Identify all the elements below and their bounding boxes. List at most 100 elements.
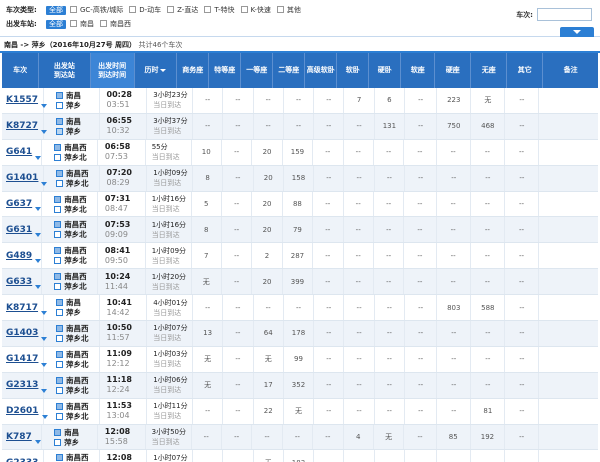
- stop-list-dropdown-icon[interactable]: [35, 207, 42, 212]
- seat-count: 81: [483, 407, 493, 416]
- train-type-checkbox[interactable]: D-动车: [129, 5, 161, 15]
- train-number-link[interactable]: G1417: [6, 354, 38, 364]
- train-number-link[interactable]: G489: [6, 251, 32, 261]
- seat-count: 5: [204, 200, 209, 208]
- stop-list-dropdown-icon[interactable]: [35, 285, 42, 290]
- seat-count: --: [519, 225, 525, 234]
- seat-availability-cell: --: [471, 217, 505, 243]
- train-type-checkbox[interactable]: 其他: [276, 5, 301, 15]
- stop-list-dropdown-icon[interactable]: [35, 259, 42, 264]
- header-time-sort[interactable]: 出发时间 到达时间: [90, 53, 135, 88]
- seat-count: --: [205, 122, 211, 131]
- note-cell: [539, 217, 598, 242]
- seat-availability-cell: --: [223, 321, 254, 346]
- header-seat: 无座: [471, 53, 508, 88]
- time-cell: 11:18 12:24: [100, 372, 148, 398]
- chevron-down-icon: [573, 30, 581, 34]
- seat-count: --: [386, 148, 392, 157]
- train-number-link[interactable]: K8727: [6, 121, 38, 131]
- station-checkbox[interactable]: 南昌西: [100, 19, 131, 29]
- train-number-link[interactable]: G631: [6, 225, 32, 235]
- seat-availability-cell: --: [314, 321, 345, 346]
- duration-cell: 1小时16分 当日到达: [146, 217, 192, 243]
- seat-count: --: [356, 303, 362, 312]
- to-station-name: 萍乡北: [64, 256, 87, 266]
- duration-text: 1小时20分: [151, 272, 187, 281]
- note-cell: [539, 166, 598, 191]
- station-all-button[interactable]: 全部: [46, 19, 66, 29]
- seat-count: --: [451, 407, 457, 416]
- seat-availability-cell: --: [505, 346, 540, 372]
- departure-time: 11:09: [106, 349, 132, 359]
- checkbox-box[interactable]: [129, 6, 137, 14]
- seat-availability-cell: --: [344, 217, 374, 243]
- train-number-link[interactable]: G633: [6, 277, 32, 287]
- seat-availability-cell: 20: [252, 217, 283, 243]
- seat-availability-cell: --: [192, 424, 222, 450]
- checkbox-box[interactable]: [240, 6, 248, 14]
- train-number-link[interactable]: G2313: [6, 380, 38, 390]
- seat-availability-cell: --: [437, 372, 472, 398]
- stop-list-dropdown-icon[interactable]: [34, 440, 41, 445]
- duration-text: 55分: [151, 143, 168, 152]
- terminal-station-icon: [56, 334, 63, 342]
- train-type-all-button[interactable]: 全部: [46, 5, 66, 15]
- train-number-link[interactable]: G1403: [6, 328, 38, 338]
- train-number-cell: G631: [2, 217, 43, 243]
- train-number-link[interactable]: K8717: [6, 303, 38, 313]
- train-number-cell: K787: [2, 424, 43, 450]
- arrival-time: 11:57: [106, 333, 130, 343]
- stop-list-dropdown-icon[interactable]: [35, 233, 42, 238]
- seat-count: --: [356, 329, 362, 338]
- seat-availability-cell: --: [437, 165, 472, 191]
- checkbox-box[interactable]: [70, 20, 77, 28]
- checkbox-box[interactable]: [167, 6, 175, 14]
- train-number-link[interactable]: K787: [6, 432, 32, 442]
- stop-list-dropdown-icon[interactable]: [35, 155, 42, 160]
- checkbox-box[interactable]: [276, 6, 284, 14]
- to-station: 萍乡北: [54, 256, 87, 266]
- seat-availability-cell: 399: [283, 269, 314, 295]
- seat-availability-cell: --: [222, 217, 253, 243]
- origin-station-icon: [56, 299, 63, 307]
- train-type-checkbox[interactable]: T-特快: [204, 5, 235, 15]
- seat-count: --: [519, 381, 525, 390]
- train-number-input[interactable]: [537, 8, 592, 21]
- checkbox-box[interactable]: [204, 6, 212, 14]
- seat-count: --: [235, 122, 241, 131]
- seat-availability-cell: --: [313, 243, 344, 269]
- train-type-checkbox[interactable]: K-快速: [240, 5, 271, 15]
- train-number-link[interactable]: G2333: [6, 458, 38, 462]
- train-type-checkbox[interactable]: Z-直达: [167, 5, 198, 15]
- header-seat: 一等座: [241, 53, 274, 88]
- seat-availability-cell: 10: [192, 139, 222, 165]
- station-checkbox[interactable]: 南昌: [70, 19, 94, 29]
- seat-availability-cell: 无: [193, 346, 224, 372]
- seat-count: 2: [264, 251, 270, 260]
- seat-count: 352: [291, 381, 306, 390]
- sort-caret-icon: [160, 69, 167, 72]
- from-station: 南昌西: [56, 375, 89, 385]
- seat-availability-cell: 8: [192, 217, 222, 243]
- collapse-filter-button[interactable]: [560, 27, 594, 37]
- seat-availability-cell: 5: [192, 191, 222, 217]
- train-number-link[interactable]: G641: [6, 147, 32, 157]
- seat-count: --: [418, 96, 424, 105]
- to-station: 萍乡北: [54, 204, 87, 214]
- train-number-cell: G2333: [2, 450, 44, 462]
- seat-availability-cell: --: [374, 243, 405, 269]
- header-duration-sort[interactable]: 历时: [135, 53, 178, 88]
- duration-text: 3小时23分: [153, 91, 188, 100]
- table-row: K8717 南昌 萍乡 10:41 14:42 4小时01分 当日到达 -- -- -- -- -- -…: [2, 295, 598, 322]
- seat-availability-cell: --: [375, 346, 406, 372]
- train-number-link[interactable]: G1401: [6, 173, 38, 183]
- checkbox-box[interactable]: [100, 20, 107, 28]
- train-number-link[interactable]: G637: [6, 199, 32, 209]
- station-cell: 南昌西萍乡北: [42, 243, 98, 269]
- checkbox-box[interactable]: [70, 6, 77, 14]
- train-number-link[interactable]: D2601: [6, 406, 39, 416]
- header-seat-label: 硬卧: [377, 66, 392, 74]
- train-type-checkbox[interactable]: GC-高铁/城际: [70, 5, 123, 15]
- duration-cell: 1小时06分 当日到达: [147, 372, 193, 398]
- train-number-link[interactable]: K1557: [6, 95, 38, 105]
